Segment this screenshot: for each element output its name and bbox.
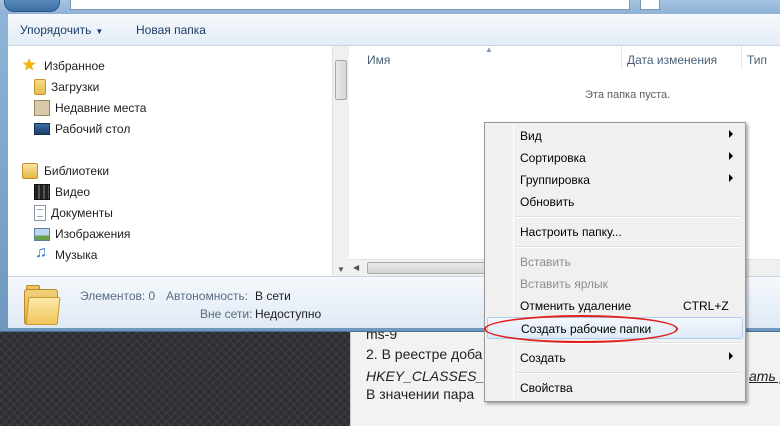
nav-item-music[interactable]: Музыка — [34, 244, 98, 264]
nav-item-video[interactable]: Видео — [34, 183, 90, 201]
empty-folder-message: Эта папка пуста. — [585, 89, 671, 101]
new-folder-button[interactable]: Новая папка — [136, 23, 206, 37]
menu-item-sort[interactable]: Сортировка — [487, 147, 743, 169]
menu-item-label: Создать — [520, 351, 566, 365]
offline-status-value: Недоступно — [255, 307, 322, 321]
webpage-text-line: В значении пара — [366, 386, 475, 402]
menu-item-label: Обновить — [520, 195, 575, 209]
title-bar — [0, 0, 780, 14]
sort-ascending-icon: ▲ — [485, 45, 493, 54]
back-forward-buttons[interactable] — [4, 0, 60, 12]
libraries-icon — [22, 163, 38, 179]
nav-item-desktop[interactable]: Рабочий стол — [34, 120, 130, 138]
organize-label: Упорядочить — [20, 23, 92, 37]
menu-item-label: Настроить папку... — [520, 225, 622, 239]
nav-item-downloads[interactable]: Загрузки — [34, 78, 99, 96]
menu-separator — [515, 246, 741, 248]
pictures-icon — [34, 227, 50, 241]
nav-item-documents[interactable]: Документы — [34, 204, 113, 222]
menu-item-label: Создать рабочие папки — [521, 322, 652, 336]
nav-item-recent-places[interactable]: Недавние места — [34, 99, 146, 117]
column-divider[interactable] — [741, 46, 742, 70]
scrollbar-thumb[interactable] — [335, 60, 347, 100]
menu-item-label: Отменить удаление — [520, 299, 632, 313]
nav-item-label: Видео — [55, 185, 91, 199]
nav-item-label: Рабочий стол — [55, 122, 131, 136]
address-bar[interactable] — [70, 0, 630, 10]
nav-item-pictures[interactable]: Изображения — [34, 225, 130, 243]
menu-separator — [515, 342, 741, 344]
offline-availability-value: В сети — [255, 289, 291, 303]
nav-item-label: Изображения — [55, 227, 131, 241]
webpage-text-line: 2. В реестре доба — [366, 346, 483, 362]
scroll-left-arrow-icon[interactable]: ◀ — [353, 263, 359, 272]
desktop-background — [0, 330, 350, 426]
column-header-name[interactable]: Имя — [367, 46, 390, 70]
nav-item-label: Музыка — [55, 248, 98, 262]
refresh-button[interactable] — [640, 0, 660, 10]
offline-availability-label: Автономность: — [166, 289, 249, 303]
column-header-type[interactable]: Тип — [747, 46, 767, 70]
submenu-arrow-icon — [729, 130, 733, 138]
menu-item-customize-folder[interactable]: Настроить папку... — [487, 221, 743, 243]
menu-item-refresh[interactable]: Обновить — [487, 191, 743, 213]
recent-places-icon — [34, 100, 50, 116]
context-menu: Вид Сортировка Группировка Обновить Наст… — [484, 122, 746, 402]
webpage-text-line: HKEY_CLASSES_Ro — [366, 368, 503, 384]
documents-icon — [34, 205, 46, 221]
menu-item-shortcut: CTRL+Z — [683, 299, 729, 313]
menu-separator — [515, 216, 741, 218]
nav-item-label: Недавние места — [55, 101, 147, 115]
offline-status-label: Вне сети: — [200, 307, 253, 321]
menu-item-paste[interactable]: Вставить — [487, 251, 743, 273]
chevron-down-icon: ▼ — [95, 27, 104, 36]
menu-item-create-work-folders[interactable]: Создать рабочие папки — [487, 317, 743, 339]
nav-favorites[interactable]: Избранное — [22, 55, 105, 75]
menu-item-group[interactable]: Группировка — [487, 169, 743, 191]
folder-icon — [24, 285, 61, 325]
column-divider[interactable] — [621, 46, 622, 70]
menu-item-properties[interactable]: Свойства — [487, 377, 743, 399]
menu-item-label: Вид — [520, 129, 542, 143]
organize-button[interactable]: Упорядочить ▼ — [20, 23, 103, 37]
menu-item-create[interactable]: Создать — [487, 347, 743, 369]
menu-item-undo-delete[interactable]: Отменить удаление CTRL+Z — [487, 295, 743, 317]
items-count: Элементов: 0 — [80, 289, 156, 303]
menu-item-label: Вставить ярлык — [520, 277, 608, 291]
navigation-pane: Избранное Загрузки Недавние места Рабочи… — [8, 46, 332, 276]
menu-item-view[interactable]: Вид — [487, 125, 743, 147]
menu-item-label: Сортировка — [520, 151, 586, 165]
menu-item-paste-shortcut[interactable]: Вставить ярлык — [487, 273, 743, 295]
submenu-arrow-icon — [729, 152, 733, 160]
desktop-icon — [34, 123, 50, 135]
scroll-down-arrow-icon[interactable]: ▼ — [337, 265, 345, 274]
webpage-link-fragment[interactable]: ать р — [749, 368, 780, 384]
star-icon — [22, 55, 38, 75]
menu-item-label: Группировка — [520, 173, 590, 187]
music-icon — [34, 244, 50, 263]
nav-libraries[interactable]: Библиотеки — [22, 162, 109, 180]
nav-item-label: Загрузки — [51, 80, 100, 94]
downloads-folder-icon — [34, 79, 46, 95]
nav-favorites-label: Избранное — [44, 59, 105, 73]
video-icon — [34, 184, 50, 200]
menu-item-label: Вставить — [520, 255, 571, 269]
menu-separator — [515, 372, 741, 374]
nav-libraries-label: Библиотеки — [44, 164, 110, 178]
command-bar: Упорядочить ▼ Новая папка — [8, 14, 780, 46]
navigation-scrollbar[interactable]: ▼ — [332, 46, 349, 276]
submenu-arrow-icon — [729, 352, 733, 360]
column-header-date-modified[interactable]: Дата изменения — [627, 46, 717, 70]
menu-item-label: Свойства — [520, 381, 573, 395]
nav-item-label: Документы — [51, 206, 113, 220]
submenu-arrow-icon — [729, 174, 733, 182]
